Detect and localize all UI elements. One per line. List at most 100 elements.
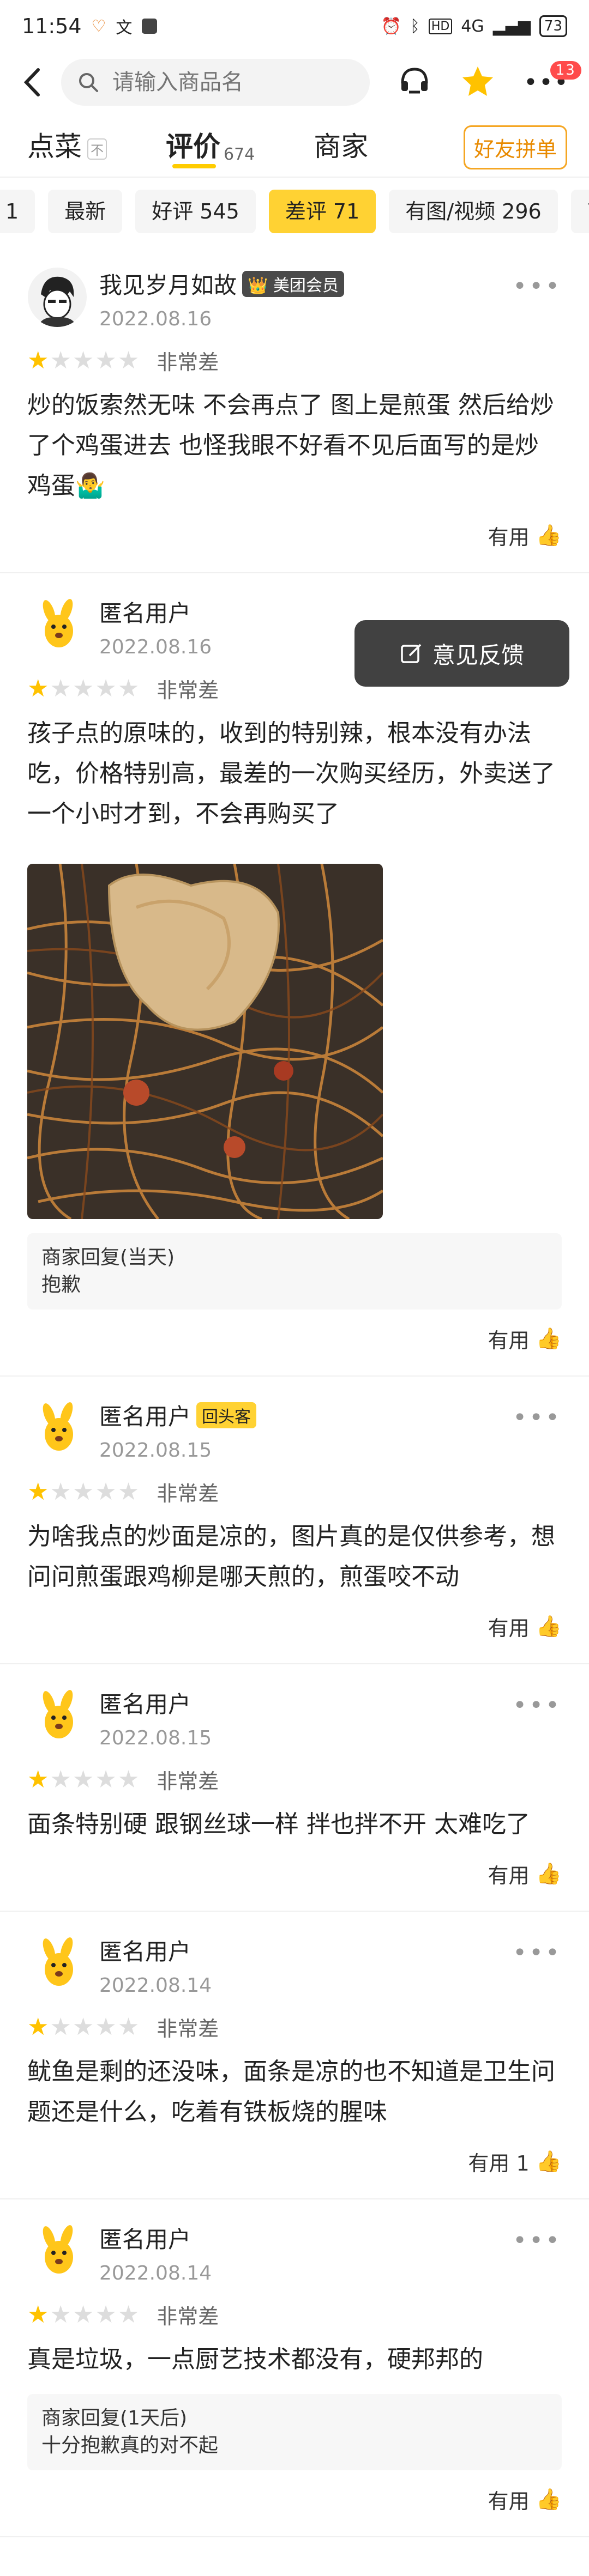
review-date: 2022.08.16 — [99, 636, 212, 658]
filter-chip-latest[interactable]: 最新 — [48, 190, 123, 233]
rating-label: 非常差 — [157, 1769, 219, 1793]
status-bar: 11:54 ♡ 文 ⏰ ᛒ HD 4G ▂▄▆ 73 — [0, 0, 589, 52]
status-time: 11:54 — [22, 14, 82, 38]
useful-label: 有用 — [488, 2489, 530, 2513]
review-content: 真是垃圾，一点厨艺技术都没有，硬邦邦的 — [27, 2345, 483, 2373]
more-menu-button[interactable]: ••• 13 — [524, 60, 581, 96]
useful-button[interactable]: 有用 👍 — [27, 1845, 562, 1911]
thumbs-up-icon: 👍 — [536, 2487, 562, 2511]
customer-service-icon[interactable] — [397, 66, 432, 99]
star-icon: ★ — [95, 675, 117, 702]
avatar[interactable] — [27, 1686, 87, 1746]
back-arrow-icon — [23, 68, 40, 96]
avatar[interactable] — [27, 1933, 87, 1993]
review-item: 匿名用户 回头客 2022.08.15 ••• ★ ★ ★ ★ ★ 非常差 为啥我点的炒… — [0, 1377, 589, 1664]
tab-reviews[interactable]: 评价 674 — [166, 125, 255, 168]
review-more-button[interactable]: ••• — [513, 1939, 562, 1967]
avatar[interactable] — [27, 595, 87, 655]
star-icon: ★ — [95, 2301, 117, 2329]
review-count: 674 — [224, 145, 255, 164]
star-icon: ★ — [27, 1478, 49, 1506]
star-icon: ★ — [50, 1478, 71, 1506]
star-icon: ★ — [117, 1766, 140, 1793]
star-rating: ★ ★ ★ ★ ★ 非常差 — [27, 2012, 562, 2042]
star-icon: ★ — [117, 347, 140, 374]
search-icon — [79, 73, 98, 92]
review-content: 面条特别硬 跟钢丝球一样 拌也拌不开 太难吃了 — [27, 1810, 530, 1838]
avatar[interactable] — [27, 2221, 87, 2281]
avatar[interactable] — [27, 1398, 87, 1458]
useful-button[interactable]: 有用 👍 — [27, 506, 562, 572]
network-label: 4G — [461, 16, 484, 36]
star-icon: ★ — [95, 347, 117, 374]
main-tabs: 点菜 不 评价 674 商家 好友拼单 — [0, 112, 589, 178]
favorite-star-icon[interactable] — [461, 65, 494, 99]
useful-button[interactable]: 有用 1 👍 — [27, 2132, 562, 2198]
review-date: 2022.08.15 — [99, 1439, 212, 1462]
review-date: 2022.08.15 — [99, 1727, 212, 1749]
search-bar[interactable] — [61, 59, 370, 106]
review-more-button[interactable]: ••• — [513, 272, 562, 300]
alarm-icon: ⏰ — [381, 16, 401, 36]
star-icon: ★ — [117, 2301, 140, 2329]
review-item: 匿名用户 2022.08.14 ••• ★ ★ ★ ★ ★ 非常差 鱿鱼是剩的还没味，面… — [0, 1912, 589, 2199]
useful-label: 有用 — [488, 1616, 530, 1640]
star-icon: ★ — [50, 2301, 71, 2329]
notification-badge: 13 — [550, 60, 581, 80]
feedback-button[interactable]: 意见反馈 — [354, 620, 569, 687]
useful-button[interactable]: 有用 👍 — [27, 2470, 562, 2536]
star-icon: ★ — [27, 2301, 49, 2329]
member-badge: 👑 美团会员 — [242, 270, 344, 297]
filter-chip-photo-video[interactable]: 有图/视频 296 — [389, 190, 558, 233]
battery-icon: 73 — [539, 15, 567, 37]
review-more-button[interactable]: ••• — [513, 1404, 562, 1432]
useful-label: 有用 — [488, 1864, 530, 1888]
star-rating: ★ ★ ★ ★ ★ 非常差 — [27, 1765, 562, 1795]
merchant-reply-text: 抱歉 — [41, 1274, 81, 1296]
merchant-reply-title: 商家回复(当天) — [41, 1246, 175, 1269]
rating-label: 非常差 — [157, 2305, 219, 2329]
top-nav: ••• 13 — [0, 52, 589, 112]
thumbs-up-icon: 👍 — [536, 2149, 562, 2173]
filter-chip[interactable]: 1 — [0, 190, 35, 233]
username: 我见岁月如故 — [99, 272, 237, 299]
review-item: 我见岁月如故 👑 美团会员 2022.08.16 ••• ★ ★ ★ ★ ★ 非常差 炒… — [0, 245, 589, 573]
useful-button[interactable]: 有用 👍 — [27, 1310, 562, 1375]
thumbs-up-icon: 👍 — [536, 1326, 562, 1350]
filter-chip-positive[interactable]: 好评 545 — [135, 190, 256, 233]
review-more-button[interactable]: ••• — [513, 1692, 562, 1719]
bluetooth-icon: ᛒ — [410, 16, 420, 36]
rating-label: 非常差 — [157, 350, 219, 374]
username: 匿名用户 — [99, 1938, 191, 1965]
star-icon: ★ — [95, 1766, 117, 1793]
filter-chip-merchant-reply[interactable]: 商家回 — [570, 190, 589, 233]
search-input[interactable] — [111, 69, 353, 95]
star-icon: ★ — [50, 347, 71, 374]
review-date: 2022.08.14 — [99, 2262, 212, 2284]
star-icon: ★ — [72, 675, 94, 702]
review-photo[interactable] — [27, 864, 383, 1219]
friend-group-order-button[interactable]: 好友拼单 — [463, 125, 567, 169]
review-more-button[interactable]: ••• — [513, 2227, 562, 2254]
username: 匿名用户 — [99, 2226, 191, 2253]
useful-button[interactable]: 有用 👍 — [27, 1597, 562, 1663]
star-rating: ★ ★ ★ ★ ★ 非常差 — [27, 2300, 562, 2330]
star-icon: ★ — [72, 1766, 94, 1793]
tab-menu[interactable]: 点菜 不 — [27, 125, 107, 164]
star-icon: ★ — [50, 2013, 71, 2041]
member-badge-label: 美团会员 — [273, 276, 339, 295]
edit-icon — [401, 644, 422, 663]
star-icon: ★ — [72, 2301, 94, 2329]
heart-icon: ♡ — [91, 16, 106, 36]
review-content: 孩子点的原味的，收到的特别辣，根本没有办法吃，价格特别高，最差的一次购买经历，外… — [27, 719, 555, 828]
app-icon — [142, 19, 158, 34]
tab-label: 商家 — [314, 131, 369, 162]
back-button[interactable] — [16, 67, 47, 98]
avatar[interactable] — [27, 267, 87, 327]
tab-merchant[interactable]: 商家 — [314, 125, 368, 164]
active-tab-indicator — [172, 164, 216, 168]
filter-chip-negative[interactable]: 差评 71 — [268, 190, 376, 233]
rating-label: 非常差 — [157, 1482, 219, 1506]
thumbs-up-icon: 👍 — [536, 1862, 562, 1886]
merchant-reply-text: 十分抱歉真的对不起 — [41, 2434, 219, 2457]
